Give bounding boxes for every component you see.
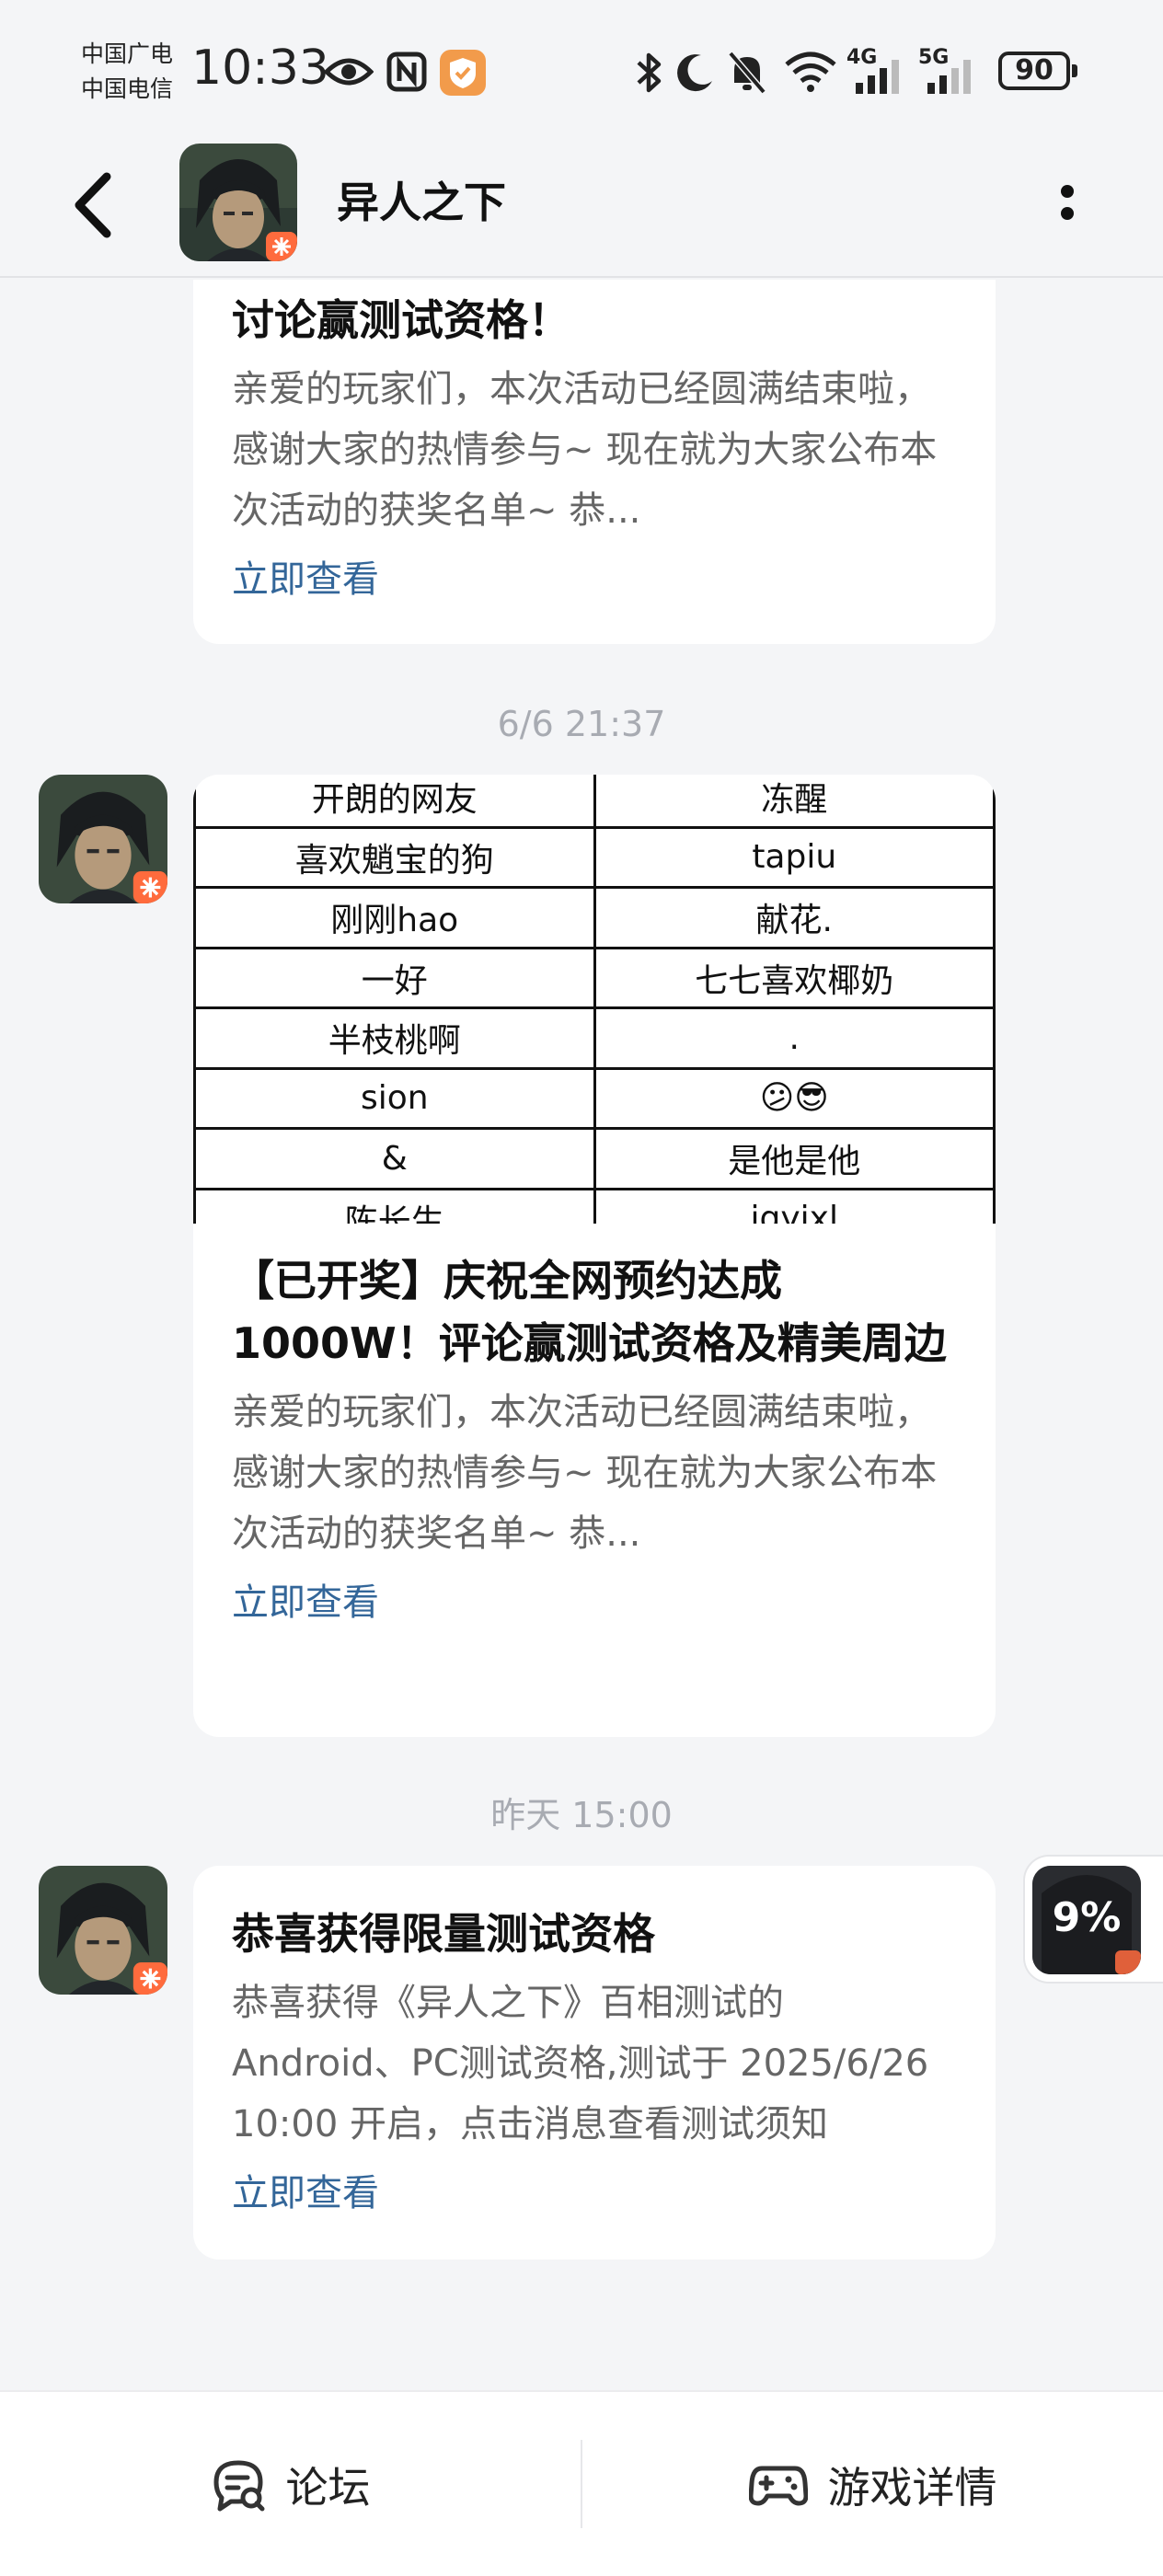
message-timestamp: 6/6 21:37: [497, 704, 666, 744]
sender-avatar[interactable]: [39, 775, 167, 903]
message-title: 恭喜获得限量测试资格: [232, 1909, 655, 1959]
battery-icon: 90: [998, 52, 1077, 90]
table-cell: 😕😎: [593, 1066, 996, 1130]
table-cell: jqyixl: [593, 1187, 996, 1224]
message-card[interactable]: 开朗的网友 冻醒 喜欢魈宝的狗 tapiu 刚刚hao 献花. 一好 七七喜欢椰奶 半枝…: [193, 775, 996, 1737]
table-row: sion 😕😎: [193, 1066, 996, 1130]
progress-percent: 9%: [1052, 1894, 1122, 1941]
wifi-icon: [785, 52, 836, 92]
table-cell: tapiu: [593, 825, 996, 889]
table-cell: &: [193, 1127, 596, 1190]
signal-icon: [927, 60, 971, 94]
message-title: 【已开奖】庆祝全网预约达成1000W！评论赢测试资格及精美周边: [232, 1256, 947, 1368]
view-now-link[interactable]: 立即查看: [232, 552, 379, 607]
message-card[interactable]: 恭喜获得限量测试资格 恭喜获得《异人之下》百相测试的Android、PC测试资格…: [193, 1866, 996, 2260]
floating-badge-icon: 9%: [1032, 1866, 1141, 1974]
page-title: 异人之下: [337, 178, 506, 227]
sender-avatar[interactable]: [39, 1866, 167, 1995]
table-row: 开朗的网友 冻醒: [193, 775, 996, 829]
forum-label: 论坛: [285, 2463, 371, 2513]
message-timestamp: 昨天 15:00: [490, 1795, 673, 1835]
table-cell: 七七喜欢椰奶: [593, 946, 996, 1009]
carrier-2: 中国电信: [81, 75, 174, 102]
moon-icon: [677, 54, 712, 92]
signal-icon: [856, 60, 899, 94]
message-body: 亲爱的玩家们，本次活动已经圆满结束啦，感谢大家的热情参与~ 现在就为大家公布本次…: [232, 1391, 938, 1555]
table-cell: 半枝桃啊: [193, 1006, 596, 1070]
table-row: 喜欢魈宝的狗 tapiu: [193, 825, 996, 889]
table-cell: 刚刚hao: [193, 886, 596, 949]
message-body: 恭喜获得《异人之下》百相测试的Android、PC测试资格,测试于 2025/6…: [232, 1982, 929, 2145]
forum-button[interactable]: 论坛: [0, 2392, 581, 2576]
message-body: 亲爱的玩家们，本次活动已经圆满结束啦，感谢大家的热情参与~ 现在就为大家公布本次…: [232, 368, 938, 532]
table-cell: 是他是他: [593, 1127, 996, 1190]
app-shield-icon: [440, 50, 486, 96]
table-cell: 一好: [193, 946, 596, 1009]
carrier-1: 中国广电: [81, 40, 174, 67]
floating-progress-badge[interactable]: 9%: [1023, 1855, 1163, 1984]
table-cell: sion: [193, 1066, 596, 1130]
view-now-link[interactable]: 立即查看: [232, 2166, 379, 2221]
message-card[interactable]: 讨论赢测试资格！ 亲爱的玩家们，本次活动已经圆满结束啦，感谢大家的热情参与~ 现…: [193, 280, 996, 644]
table-cell: 献花.: [593, 886, 996, 949]
status-time: 10:33: [191, 40, 329, 96]
winners-table: 开朗的网友 冻醒 喜欢魈宝的狗 tapiu 刚刚hao 献花. 一好 七七喜欢椰奶 半枝…: [193, 775, 996, 1224]
winners-list-image[interactable]: 开朗的网友 冻醒 喜欢魈宝的狗 tapiu 刚刚hao 献花. 一好 七七喜欢椰奶 半枝…: [193, 775, 996, 1224]
game-details-label: 游戏详情: [827, 2463, 997, 2513]
status-bar: 中国广电 中国电信 10:33 4G 5G 90: [0, 0, 1163, 138]
message-title: 讨论赢测试资格！: [232, 295, 570, 345]
nfc-icon: [386, 52, 427, 92]
game-avatar[interactable]: [179, 144, 297, 261]
table-row: 刚刚hao 献花.: [193, 886, 996, 949]
chat-header: 异人之下: [0, 138, 1163, 278]
table-cell: 陈长生: [193, 1187, 596, 1224]
carrier-info: 中国广电 中国电信: [81, 37, 173, 107]
eye-icon: [324, 58, 374, 86]
bell-muted-icon: [728, 51, 766, 95]
table-row: 一好 七七喜欢椰奶: [193, 946, 996, 1009]
table-row: 半枝桃啊.: [193, 1006, 996, 1070]
forum-chat-icon: [213, 2460, 264, 2512]
table-cell: .: [593, 1006, 996, 1070]
table-cell: 开朗的网友: [193, 775, 596, 829]
table-row: & 是他是他: [193, 1127, 996, 1190]
gamepad-icon: [748, 2466, 808, 2506]
bottom-bar: 论坛 游戏详情: [0, 2390, 1163, 2576]
view-now-link[interactable]: 立即查看: [232, 1575, 379, 1630]
back-arrow-icon[interactable]: [59, 164, 142, 247]
message-list[interactable]: 讨论赢测试资格！ 亲爱的玩家们，本次活动已经圆满结束啦，感谢大家的热情参与~ 现…: [0, 280, 1163, 2390]
game-details-button[interactable]: 游戏详情: [582, 2392, 1163, 2576]
bluetooth-icon: [637, 52, 662, 93]
table-cell: 冻醒: [593, 775, 996, 829]
table-row: 陈长生 jqyixl: [193, 1187, 996, 1224]
table-cell: 喜欢魈宝的狗: [193, 825, 596, 889]
more-options-icon[interactable]: [1040, 166, 1095, 239]
